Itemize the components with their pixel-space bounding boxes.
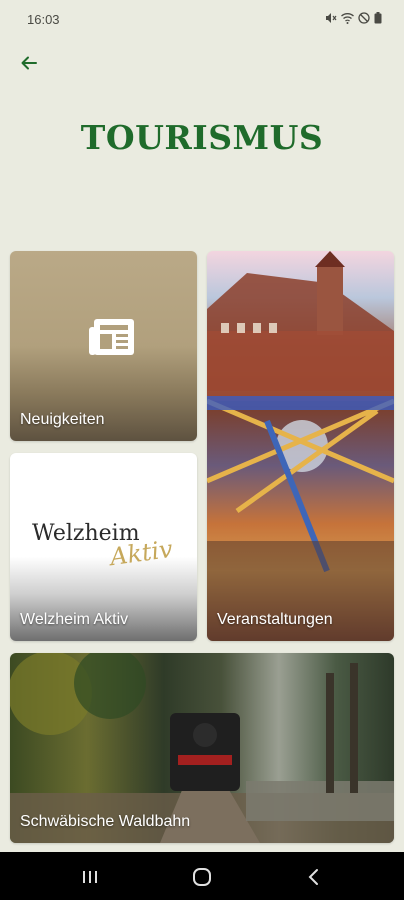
page-title: TOURISMUS: [80, 118, 324, 157]
wifi-icon: [341, 12, 354, 27]
fairground-photo: [207, 251, 394, 641]
status-icons: [325, 12, 382, 27]
status-bar: 16:03: [0, 0, 404, 40]
recent-apps-icon: [83, 871, 97, 883]
home-button[interactable]: [190, 865, 214, 889]
back-button[interactable]: [14, 48, 44, 78]
battery-icon: [374, 12, 382, 27]
status-time: 16:03: [27, 12, 60, 27]
home-icon: [193, 868, 211, 886]
tile-label: Neuigkeiten: [20, 411, 105, 428]
system-back-button[interactable]: [302, 865, 326, 889]
tile-schwaebische-waldbahn[interactable]: Schwäbische Waldbahn: [10, 653, 394, 843]
tile-neuigkeiten[interactable]: Neuigkeiten: [10, 251, 197, 441]
mute-icon: [325, 12, 337, 27]
newspaper-icon: [89, 319, 134, 355]
tile-label: Veranstaltungen: [217, 611, 333, 628]
tile-label: Welzheim Aktiv: [20, 611, 129, 628]
recent-apps-button[interactable]: [78, 865, 102, 889]
tile-veranstaltungen[interactable]: Veranstaltungen: [207, 251, 394, 641]
tile-welzheim-aktiv[interactable]: Welzheim Aktiv Welzheim Aktiv: [10, 453, 197, 641]
back-icon: [308, 869, 318, 885]
arrow-left-icon: [21, 56, 37, 70]
system-nav-bar: [0, 852, 404, 900]
tile-label: Schwäbische Waldbahn: [20, 813, 191, 830]
do-not-disturb-icon: [358, 12, 370, 27]
